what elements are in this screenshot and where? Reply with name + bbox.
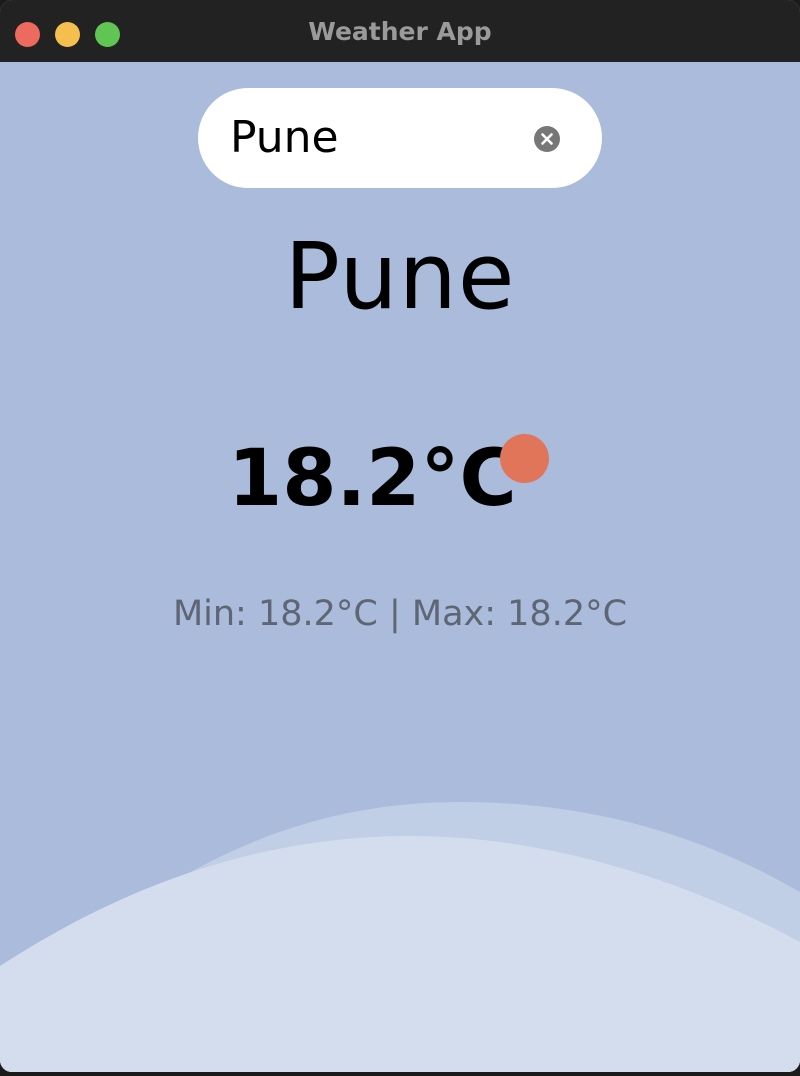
- min-max-temperature: Min: 18.2°C | Max: 18.2°C: [172, 594, 628, 634]
- title-bar: Weather App: [0, 0, 800, 63]
- search-input[interactable]: [230, 110, 520, 166]
- app-window: Weather App Pune 18.2°C Min: 18.2°C | Ma…: [0, 0, 800, 1072]
- clear-search-icon[interactable]: [534, 126, 560, 152]
- city-name: Pune: [284, 223, 516, 330]
- sun-icon: [500, 434, 549, 483]
- temperature-row: 18.2°C: [0, 434, 800, 524]
- background-waves: [0, 802, 800, 1072]
- window-title: Weather App: [308, 17, 492, 46]
- window-bottom-edge: [0, 1072, 800, 1076]
- current-temperature: 18.2°C: [228, 434, 517, 524]
- weather-content: Pune 18.2°C Min: 18.2°C | Max: 18.2°C: [0, 62, 800, 1072]
- search-box[interactable]: [198, 88, 602, 188]
